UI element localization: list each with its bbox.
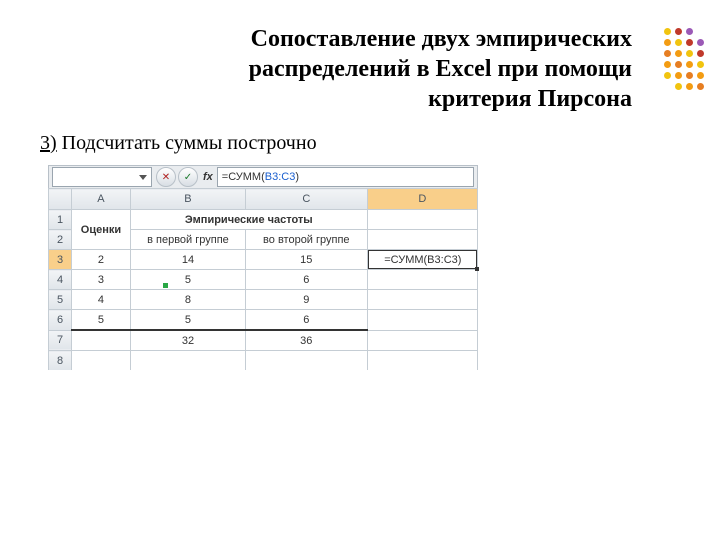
- col-D[interactable]: D: [367, 189, 477, 210]
- cell-A8[interactable]: [72, 351, 131, 371]
- col-header-row: A B C D: [49, 189, 478, 210]
- row-head-8[interactable]: 8: [49, 351, 72, 371]
- title-line-3: критерия Пирсона: [428, 86, 632, 112]
- fx-label[interactable]: fx: [203, 171, 213, 183]
- row-head-3[interactable]: 3: [49, 250, 72, 270]
- row-head-7[interactable]: 7: [49, 330, 72, 351]
- cell-C5[interactable]: 9: [245, 290, 367, 310]
- row-1: 1 Оценки Эмпирические частоты: [49, 210, 478, 230]
- cell-D4[interactable]: [367, 270, 477, 290]
- col-A[interactable]: A: [72, 189, 131, 210]
- row-7: 7 32 36: [49, 330, 478, 351]
- cell-D8[interactable]: [367, 351, 477, 371]
- step-text: Подсчитать суммы построчно: [57, 132, 317, 154]
- check-icon: ✓: [184, 172, 192, 183]
- row-6: 6 5 5 6: [49, 310, 478, 331]
- cell-B7[interactable]: 32: [130, 330, 245, 351]
- cell-B8[interactable]: [130, 351, 245, 371]
- step-number: 3): [40, 132, 57, 154]
- formula-input[interactable]: =СУММ(B3:C3): [217, 167, 474, 187]
- confirm-button[interactable]: ✓: [178, 167, 198, 187]
- cell-D6[interactable]: [367, 310, 477, 331]
- cell-B2[interactable]: в первой группе: [130, 230, 245, 250]
- cell-D3-active[interactable]: =СУММ(B3:C3): [367, 250, 477, 270]
- formula-range: B3:C3: [265, 171, 296, 183]
- cell-C8[interactable]: [245, 351, 367, 371]
- cell-A3[interactable]: 2: [72, 250, 131, 270]
- row-head-5[interactable]: 5: [49, 290, 72, 310]
- col-B[interactable]: B: [130, 189, 245, 210]
- row-8: 8: [49, 351, 478, 371]
- cell-B5[interactable]: 8: [130, 290, 245, 310]
- cell-B1[interactable]: Эмпирические частоты: [130, 210, 367, 230]
- slide-title: Сопоставление двух эмпирических распреде…: [112, 24, 632, 114]
- cell-A7[interactable]: [72, 330, 131, 351]
- title-line-1: Сопоставление двух эмпирических: [251, 26, 632, 52]
- excel-screenshot: ✕ ✓ fx =СУММ(B3:C3) A B C D 1 Оценки Эмп…: [48, 165, 478, 370]
- cell-C6[interactable]: 6: [245, 310, 367, 331]
- decorative-dots: [664, 28, 704, 90]
- row-head-1[interactable]: 1: [49, 210, 72, 230]
- cell-C4[interactable]: 6: [245, 270, 367, 290]
- cell-D2[interactable]: [367, 230, 477, 250]
- row-head-4[interactable]: 4: [49, 270, 72, 290]
- name-box[interactable]: [52, 167, 152, 187]
- x-icon: ✕: [162, 172, 170, 183]
- spreadsheet-grid[interactable]: A B C D 1 Оценки Эмпирические частоты 2 …: [48, 188, 478, 370]
- row-head-2[interactable]: 2: [49, 230, 72, 250]
- cancel-button[interactable]: ✕: [156, 167, 176, 187]
- row-head-6[interactable]: 6: [49, 310, 72, 331]
- title-line-2: распределений в Excel при помощи: [249, 56, 632, 82]
- cell-A5[interactable]: 4: [72, 290, 131, 310]
- chevron-down-icon: [139, 175, 147, 180]
- cell-C7[interactable]: 36: [245, 330, 367, 351]
- col-C[interactable]: C: [245, 189, 367, 210]
- row-4: 4 3 5 6: [49, 270, 478, 290]
- cell-D5[interactable]: [367, 290, 477, 310]
- formula-prefix: =СУММ(: [222, 171, 265, 183]
- select-all-corner[interactable]: [49, 189, 72, 210]
- cell-D1[interactable]: [367, 210, 477, 230]
- formula-bar: ✕ ✓ fx =СУММ(B3:C3): [48, 165, 478, 188]
- cell-A1[interactable]: Оценки: [72, 210, 131, 250]
- cell-B4[interactable]: 5: [130, 270, 245, 290]
- cell-B6[interactable]: 5: [130, 310, 245, 331]
- step-bullet: 3) Подсчитать суммы построчно: [40, 132, 680, 155]
- trace-dot-icon: [163, 283, 168, 288]
- cell-C3[interactable]: 15: [245, 250, 367, 270]
- cell-C2[interactable]: во второй группе: [245, 230, 367, 250]
- cell-D7[interactable]: [367, 330, 477, 351]
- cell-B3[interactable]: 14: [130, 250, 245, 270]
- row-5: 5 4 8 9: [49, 290, 478, 310]
- fill-handle-icon[interactable]: [475, 267, 479, 271]
- formula-suffix: ): [295, 171, 299, 183]
- cell-A4[interactable]: 3: [72, 270, 131, 290]
- cell-A6[interactable]: 5: [72, 310, 131, 331]
- row-3: 3 2 14 15 =СУММ(B3:C3): [49, 250, 478, 270]
